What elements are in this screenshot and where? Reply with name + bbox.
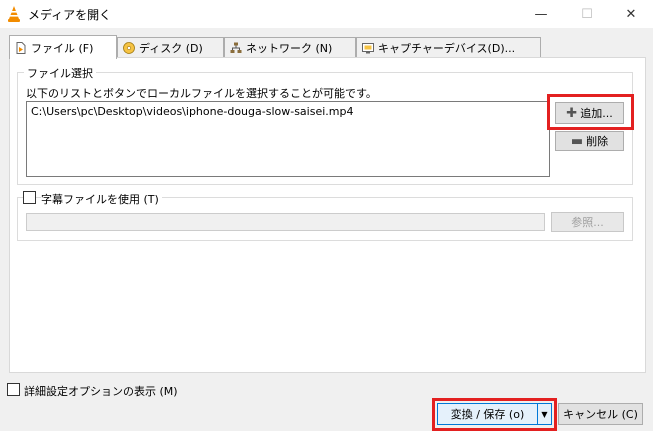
browse-button-label: 参照... — [571, 216, 604, 229]
cancel-button[interactable]: キャンセル (C) — [558, 403, 643, 425]
minimize-button[interactable]: — — [518, 0, 564, 28]
tab-capture-device-label: キャプチャーデバイス(D)... — [378, 42, 516, 55]
remove-button[interactable]: ▬ 削除 — [555, 131, 624, 151]
add-button-highlight — [547, 94, 634, 130]
tab-file-label: ファイル (F) — [31, 41, 94, 55]
maximize-button[interactable]: ☐ — [564, 0, 610, 28]
tab-capture-device[interactable]: キャプチャーデバイス(D)... — [356, 37, 541, 58]
file-list[interactable]: C:\Users\pc\Desktop\videos\iphone-douga-… — [26, 101, 550, 177]
file-selection-description: 以下のリストとボタンでローカルファイルを選択することが可能です。 — [26, 87, 377, 100]
convert-save-highlight — [432, 398, 557, 431]
file-icon — [16, 41, 26, 54]
disc-icon — [123, 42, 135, 54]
cancel-button-label: キャンセル (C) — [563, 408, 638, 421]
subtitle-checkbox[interactable] — [23, 191, 36, 204]
tab-network-label: ネットワーク (N) — [246, 42, 333, 55]
vlc-cone-icon — [8, 6, 20, 22]
remove-button-label: 削除 — [586, 135, 609, 148]
close-button[interactable]: ✕ — [608, 0, 653, 28]
tab-file[interactable]: ファイル (F) — [9, 35, 117, 59]
window-title: メディアを開く — [28, 8, 112, 22]
tab-disc[interactable]: ディスク (D) — [117, 37, 224, 58]
advanced-options-label[interactable]: 詳細設定オプションの表示 (M) — [24, 383, 178, 399]
file-selection-group-label: ファイル選択 — [24, 65, 96, 81]
title-bar: メディアを開く — ☐ ✕ — [0, 0, 653, 28]
tab-disc-label: ディスク (D) — [139, 42, 203, 55]
advanced-options-checkbox[interactable] — [7, 383, 20, 396]
capture-device-icon — [362, 43, 374, 54]
tab-network[interactable]: ネットワーク (N) — [224, 37, 356, 58]
subtitle-path-field[interactable] — [26, 213, 545, 231]
list-item[interactable]: C:\Users\pc\Desktop\videos\iphone-douga-… — [31, 105, 353, 118]
browse-button[interactable]: 参照... — [551, 212, 624, 232]
subtitle-checkbox-label[interactable]: 字幕ファイルを使用 (T) — [41, 191, 162, 207]
minus-icon: ▬ — [570, 133, 584, 149]
network-icon — [230, 42, 242, 53]
